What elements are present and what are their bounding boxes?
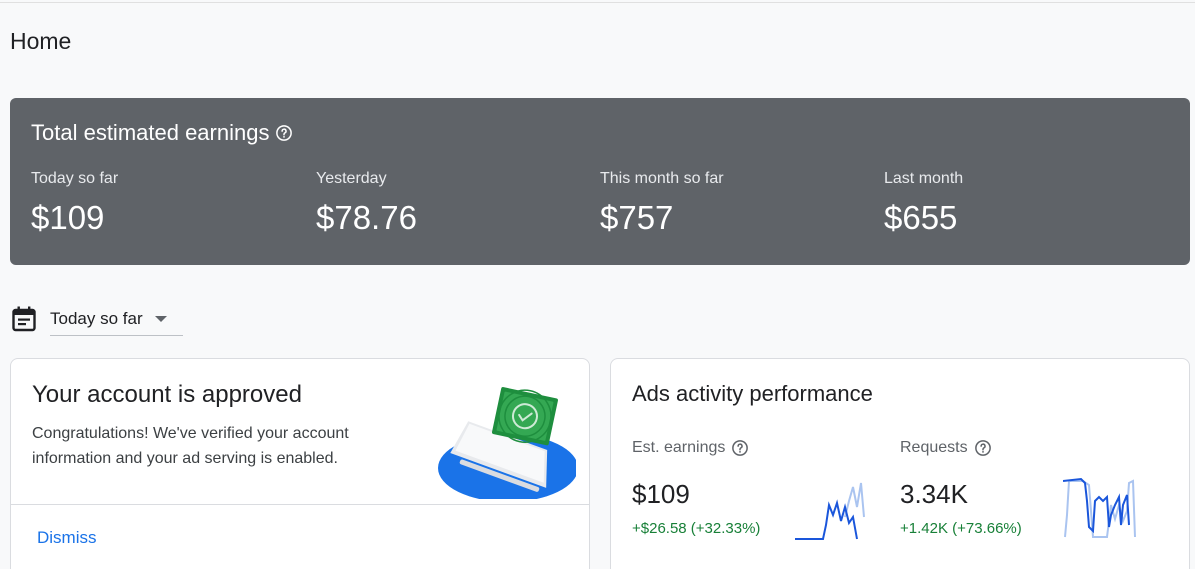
stat-delta: +1.42K (+73.66%) <box>900 520 1022 537</box>
date-selector: Today so far <box>12 302 183 336</box>
earnings-title-row: Total estimated earnings <box>31 120 293 146</box>
date-range-value: Today so far <box>50 308 143 328</box>
metric-value: $655 <box>884 199 958 236</box>
metric-label: Yesterday <box>316 170 387 187</box>
earnings-title: Total estimated earnings <box>31 120 270 145</box>
card-divider <box>11 504 589 505</box>
metric-value: $109 <box>31 199 105 236</box>
stat-delta: +$26.58 (+32.33%) <box>632 520 761 537</box>
card-title: Ads activity performance <box>632 381 873 406</box>
stat-label-row: Requests <box>900 439 1022 457</box>
help-icon[interactable] <box>275 124 293 142</box>
calendar-icon <box>12 306 36 332</box>
date-range-dropdown[interactable]: Today so far <box>50 302 183 336</box>
card-title: Your account is approved <box>32 381 302 408</box>
card-description: Congratulations! We've verified your acc… <box>32 425 349 467</box>
metric-last-month: Last month $655 <box>884 170 963 237</box>
metric-value: $757 <box>600 199 674 236</box>
requests-sparkline <box>1063 477 1136 538</box>
metric-today: Today so far $109 <box>31 170 118 237</box>
help-icon[interactable] <box>731 439 749 457</box>
stat-value: 3.34K <box>900 479 968 509</box>
account-approved-card: Your account is approved Congratulations… <box>10 358 590 569</box>
stat-label: Requests <box>900 439 968 456</box>
metric-this-month: This month so far $757 <box>600 170 724 237</box>
help-icon[interactable] <box>974 439 992 457</box>
stat-requests[interactable]: Requests 3.34K +1.42K (+73.66%) <box>900 439 1022 537</box>
approved-laptop-illustration <box>438 387 576 499</box>
dismiss-button[interactable]: Dismiss <box>37 528 97 548</box>
page-title: Home <box>10 28 72 54</box>
metric-label: Today so far <box>31 170 119 187</box>
metric-label: Last month <box>884 170 964 187</box>
ads-activity-card: Ads activity performance Est. earnings $… <box>610 358 1190 569</box>
stat-label: Est. earnings <box>632 439 726 456</box>
metric-yesterday: Yesterday $78.76 <box>316 170 417 237</box>
top-divider <box>0 2 1195 3</box>
metric-label: This month so far <box>600 170 724 187</box>
stat-est-earnings[interactable]: Est. earnings $109 +$26.58 (+32.33%) <box>632 439 760 537</box>
earnings-sparkline <box>795 482 865 540</box>
chevron-down-icon <box>154 315 167 322</box>
stat-label-row: Est. earnings <box>632 439 760 457</box>
earnings-banner: Total estimated earnings Today so far $1… <box>10 98 1190 265</box>
metric-value: $78.76 <box>316 199 417 236</box>
stat-value: $109 <box>632 479 690 509</box>
